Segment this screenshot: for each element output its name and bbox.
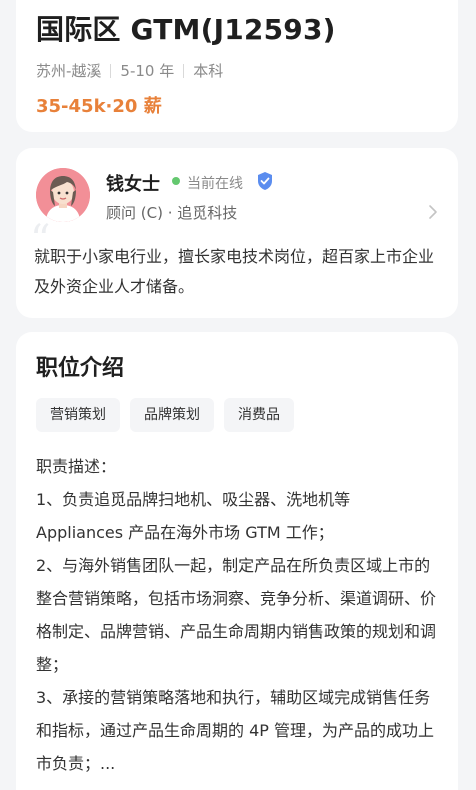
- description-item: 2、与海外销售团队一起，制定产品在所负责区域上市的整合营销策略，包括市场洞察、竞…: [36, 556, 437, 674]
- job-title: 国际区 GTM(J12593): [36, 13, 336, 46]
- job-education: 本科: [193, 62, 224, 80]
- job-tag[interactable]: 营销策划: [36, 398, 120, 432]
- recruiter-avatar[interactable]: [36, 168, 90, 222]
- job-tags: 营销策划 品牌策划 消费品: [36, 398, 294, 432]
- recruiter-card[interactable]: 钱女士 当前在线 顾问 (C) · 追觅科技 “ 就职于小家电行业，擅长家电技术…: [16, 148, 458, 318]
- description-item: 1、负责追觅品牌扫地机、吸尘器、洗地机等 Appliances 产品在海外市场 …: [36, 490, 351, 542]
- job-salary: 35-45k·20 薪: [36, 96, 162, 117]
- job-tag[interactable]: 品牌策划: [130, 398, 214, 432]
- recruiter-role-company: 顾问 (C) · 追觅科技: [106, 204, 238, 222]
- verified-shield-icon: [258, 172, 272, 190]
- online-status-dot: [172, 177, 180, 185]
- job-meta: 苏州-越溪 5-10 年 本科: [36, 60, 223, 81]
- recruiter-name: 钱女士: [106, 174, 160, 195]
- description-item: 3、承接的营销策略落地和执行，辅助区域完成销售任务和指标，通过产品生命周期的 4…: [36, 688, 435, 773]
- job-description-text: 职责描述： 1、负责追觅品牌扫地机、吸尘器、洗地机等 Appliances 产品…: [36, 450, 441, 780]
- section-title: 职位介绍: [36, 356, 125, 381]
- job-tag[interactable]: 消费品: [224, 398, 294, 432]
- job-location: 苏州-越溪: [36, 62, 102, 80]
- meta-divider: [110, 63, 112, 78]
- chevron-right-icon[interactable]: [428, 204, 438, 220]
- job-description-card: 职位介绍 营销策划 品牌策划 消费品 职责描述： 1、负责追觅品牌扫地机、吸尘器…: [16, 332, 458, 790]
- online-status-text: 当前在线: [187, 176, 243, 192]
- job-header-card: 国际区 GTM(J12593) 苏州-越溪 5-10 年 本科 35-45k·2…: [16, 0, 458, 132]
- description-heading: 职责描述：: [36, 457, 117, 476]
- avatar-illustration-icon: [36, 168, 90, 222]
- meta-divider: [183, 63, 185, 78]
- recruiter-intro: 就职于小家电行业，擅长家电技术岗位，超百家上市企业及外资企业人才储备。: [34, 247, 435, 296]
- job-experience: 5-10 年: [120, 62, 175, 80]
